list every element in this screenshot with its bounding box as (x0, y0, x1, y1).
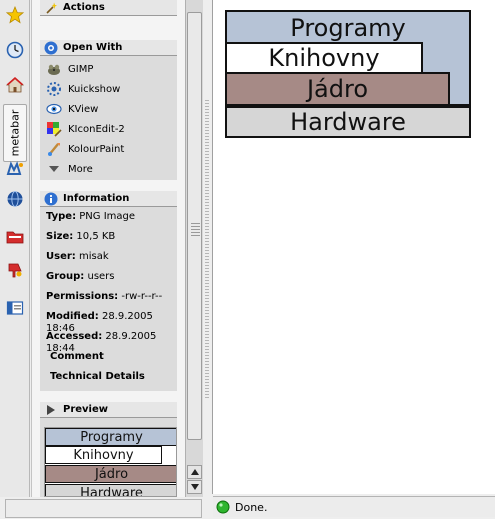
info-user-label: User: (46, 251, 76, 262)
status-text: Done. (235, 500, 268, 514)
info-size: Size: 10,5 KB (43, 227, 174, 247)
more-arrow-icon (46, 161, 62, 177)
info-group-label: Group: (46, 271, 85, 282)
scroll-up-icon (190, 469, 199, 475)
gimp-icon (46, 61, 62, 77)
info-type-value: PNG Image (79, 211, 136, 222)
status-bar: Done. (213, 496, 495, 517)
app-label: KView (68, 103, 99, 115)
sidebar-status-bar (5, 499, 202, 518)
history-clock-icon[interactable] (4, 39, 26, 61)
sidebar-config-icon[interactable] (4, 297, 26, 319)
info-modified: Modified: 28.9.2005 18:46 (43, 307, 174, 334)
information-header: Information (40, 191, 177, 207)
metabar-scrollbar[interactable] (185, 0, 203, 497)
open-with-section: Open With GIMP Kuickshow KView KIconEdit… (40, 40, 177, 180)
tab-metabar-label: metabar (8, 109, 22, 157)
open-with-kiconedit[interactable]: KIconEdit-2 (43, 119, 174, 139)
actions-title: Actions (63, 2, 105, 13)
services-icon[interactable] (4, 259, 26, 281)
status-ok-icon (216, 500, 230, 514)
info-size-label: Size: (46, 231, 74, 242)
app-label: GIMP (68, 63, 94, 75)
comment-label: Comment (50, 351, 104, 362)
info-modified-label: Modified: (46, 311, 99, 322)
info-icon (44, 192, 58, 206)
actions-header[interactable]: Actions (40, 0, 177, 16)
scroll-down-icon (190, 484, 199, 490)
scrollbar-grip (191, 223, 200, 237)
info-type-label: Type: (46, 211, 77, 222)
preview-section: Preview Programy Knihovny Jádro Hardware (40, 402, 177, 497)
preview-layer-jadro: Jádro (45, 465, 176, 483)
metabar-panel: Actions Open With GIMP Kuickshow KView K… (31, 0, 185, 497)
diagram-label-hardware: Hardware (290, 108, 406, 136)
preview-layer-hardware: Hardware (45, 484, 176, 496)
kolourpaint-icon (46, 141, 62, 157)
preview-title: Preview (63, 404, 109, 415)
open-with-kview[interactable]: KView (43, 99, 174, 119)
info-permissions: Permissions: -rw-r--r-- (43, 287, 174, 307)
layer-diagram: Programy Knihovny Jádro Hardware (225, 10, 471, 138)
diagram-layer-jadro: Jádro (225, 72, 450, 106)
info-user-value: misak (78, 251, 109, 262)
open-with-title: Open With (63, 42, 123, 53)
splitter-grip (205, 100, 209, 400)
open-with-kuickshow[interactable]: Kuickshow (43, 79, 174, 99)
diagram-label-jadro: Jádro (306, 75, 369, 103)
technical-details-label: Technical Details (50, 371, 145, 382)
open-with-more[interactable]: More (43, 159, 174, 179)
info-group-value: users (87, 271, 115, 282)
scrollbar-thumb[interactable] (187, 12, 202, 440)
diagram-label-knihovny: Knihovny (268, 44, 380, 72)
sidebar-tabbar: metabar (0, 0, 30, 497)
kiconedit-icon (46, 121, 62, 137)
diagram-layer-knihovny: Knihovny (225, 42, 423, 74)
bookmarks-star-icon[interactable] (4, 4, 26, 26)
expand-arrow-icon (44, 403, 58, 417)
tab-metabar[interactable]: metabar (3, 104, 27, 162)
actions-section: Actions (40, 0, 177, 16)
scroll-down-button[interactable] (187, 480, 202, 494)
info-size-value: 10,5 KB (76, 231, 116, 242)
diagram-layer-hardware: Hardware (225, 106, 471, 138)
wand-icon (44, 1, 58, 15)
open-with-icon (44, 41, 58, 55)
preview-layer-knihovny: Knihovny (45, 446, 162, 464)
kview-icon (46, 101, 62, 117)
info-group: Group: users (43, 267, 174, 287)
information-section: Information Type: PNG Image Size: 10,5 K… (40, 191, 177, 391)
app-label: Kuickshow (68, 83, 121, 95)
info-permissions-value: -rw-r--r-- (121, 291, 163, 302)
open-with-gimp[interactable]: GIMP (43, 59, 174, 79)
preview-layer-programy: Programy (45, 428, 176, 446)
open-with-header: Open With (40, 40, 177, 56)
network-globe-icon[interactable] (4, 188, 26, 210)
scroll-up-button[interactable] (187, 465, 202, 479)
app-label: More (68, 163, 93, 175)
home-icon[interactable] (4, 74, 26, 96)
info-permissions-label: Permissions: (46, 291, 119, 302)
app-label: KolourPaint (68, 143, 125, 155)
open-with-kolourpaint[interactable]: KolourPaint (43, 139, 174, 159)
diagram-label-programy: Programy (290, 14, 406, 42)
info-type: Type: PNG Image (43, 207, 174, 227)
preview-header[interactable]: Preview (40, 402, 177, 418)
technical-details-toggle[interactable]: Technical Details (43, 367, 174, 387)
info-user: User: misak (43, 247, 174, 267)
info-accessed-label: Accessed: (46, 331, 103, 342)
information-title: Information (63, 193, 130, 204)
comment-toggle[interactable]: Comment (43, 347, 174, 367)
app-label: KIconEdit-2 (68, 123, 125, 135)
panel-splitter[interactable] (203, 0, 212, 497)
kuickshow-icon (46, 81, 62, 97)
media-icon[interactable] (4, 158, 26, 180)
preview-image: Programy Knihovny Jádro Hardware (44, 427, 177, 497)
root-folder-icon[interactable] (4, 225, 26, 247)
image-view: Programy Knihovny Jádro Hardware (212, 0, 495, 494)
